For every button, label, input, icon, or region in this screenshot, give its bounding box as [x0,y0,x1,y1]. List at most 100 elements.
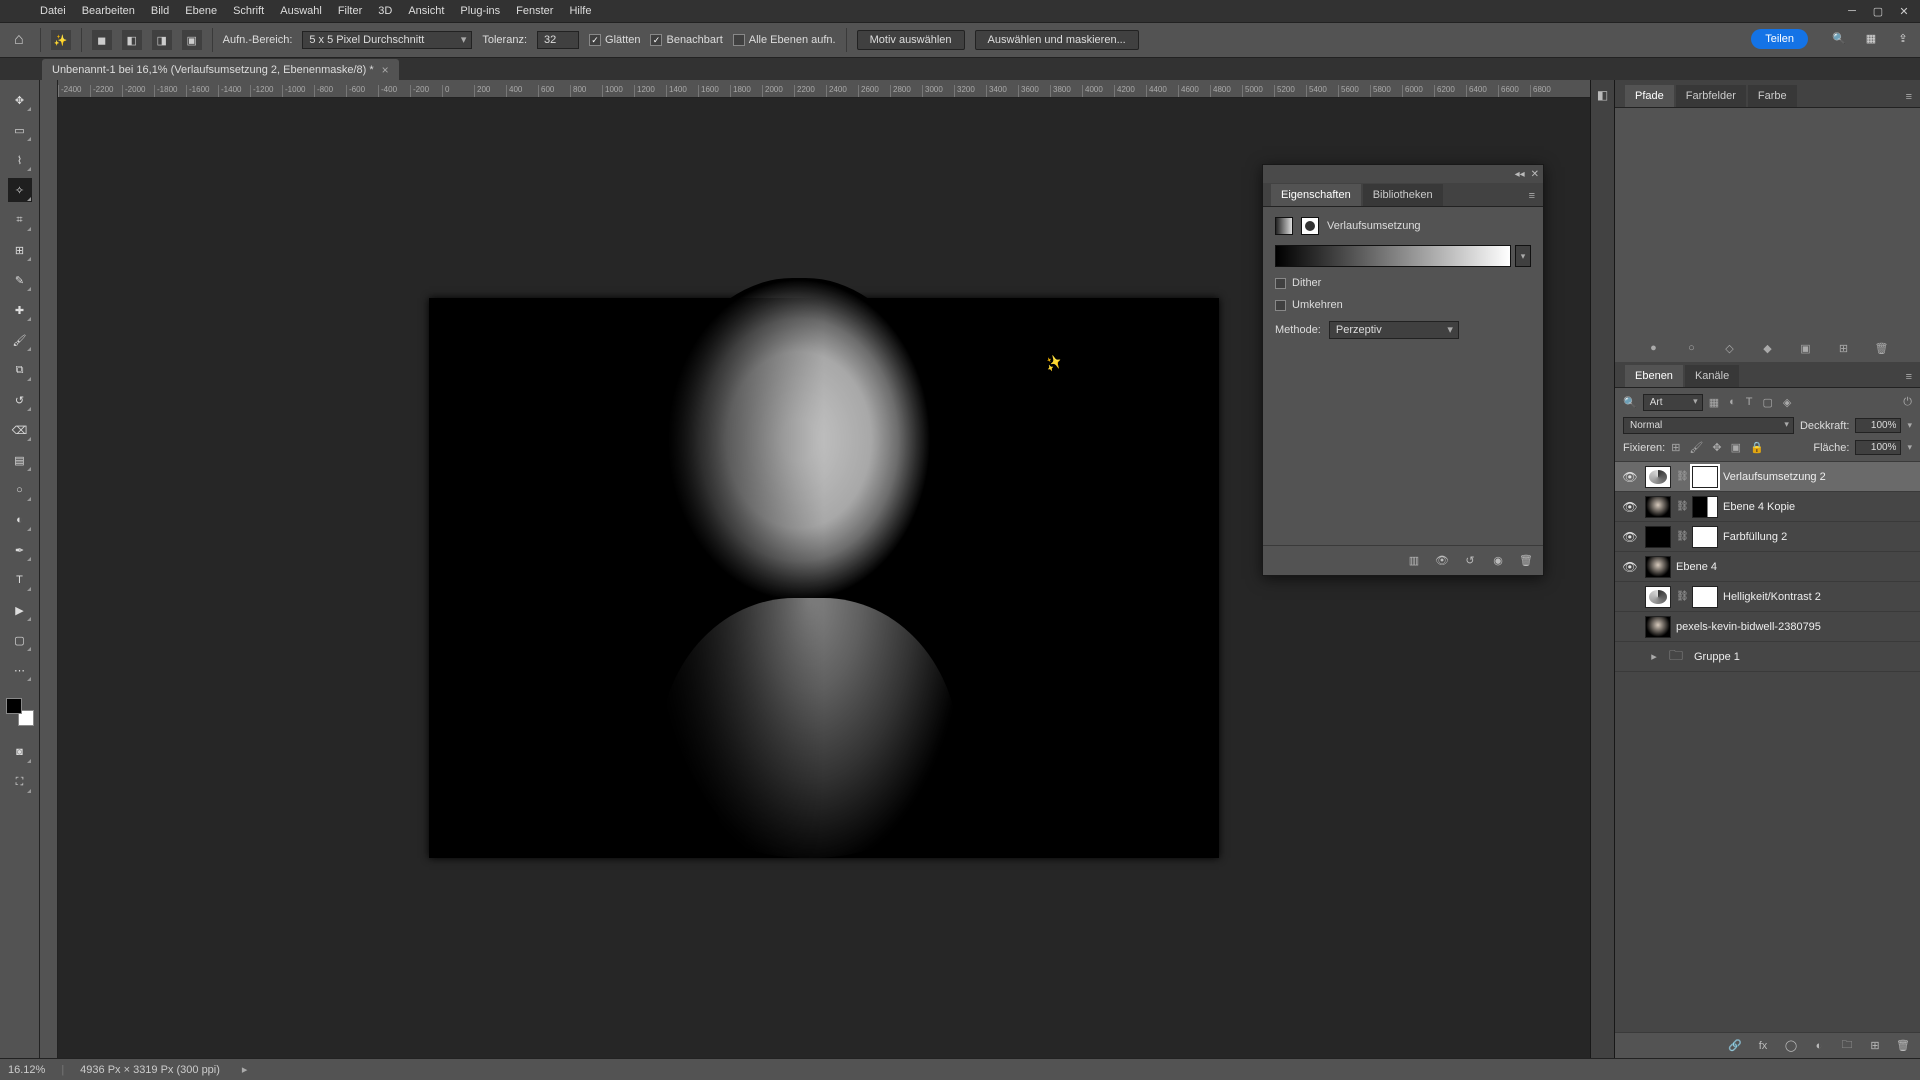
screenmode-icon[interactable]: ⛶ [8,770,32,794]
layer-row[interactable]: 👁 ⛓ Ebene 4 Kopie [1615,492,1920,522]
subtract-selection-icon[interactable]: ◨ [152,30,172,50]
menu-bild[interactable]: Bild [143,2,177,20]
layer-style-icon[interactable]: fx [1756,1039,1770,1053]
layer-mask-icon[interactable]: ◯ [1784,1039,1798,1053]
close-tab-icon[interactable]: × [382,63,389,77]
color-swatches[interactable] [6,698,34,726]
layer-name[interactable]: Farbfüllung 2 [1723,531,1787,543]
layer-filter-kind-dropdown[interactable]: Art [1643,394,1703,411]
tab-kanaele[interactable]: Kanäle [1685,365,1739,387]
document-tab[interactable]: Unbenannt-1 bei 16,1% (Verlaufsumsetzung… [42,59,399,81]
path-fill-icon[interactable]: ● [1646,340,1662,356]
window-close[interactable]: ✕ [1892,2,1916,20]
foreground-color-swatch[interactable] [6,698,22,714]
tab-farbe[interactable]: Farbe [1748,85,1797,107]
mask-link-icon[interactable]: ⛓ [1676,471,1688,482]
fill-input[interactable] [1855,440,1901,455]
menu-auswahl[interactable]: Auswahl [272,2,330,20]
contiguous-checkbox[interactable]: Benachbart [650,34,722,46]
menu-datei[interactable]: Datei [32,2,74,20]
mask-link-icon[interactable]: ⛓ [1676,501,1688,512]
visibility-toggle-icon[interactable]: 👁 [1615,500,1645,514]
layer-name[interactable]: Ebene 4 Kopie [1723,501,1795,513]
panel-close-icon[interactable]: ✕ [1531,169,1539,180]
new-group-icon[interactable]: 🗀 [1840,1039,1854,1053]
more-tools-icon[interactable]: ⋯ [8,658,32,682]
mask-thumb[interactable] [1692,496,1718,518]
properties-menu-icon[interactable]: ≡ [1521,186,1543,206]
eraser-tool-icon[interactable]: ⌫ [8,418,32,442]
toggle-visibility-icon[interactable]: ◉ [1491,554,1505,568]
reset-icon[interactable]: ↺ [1463,554,1477,568]
gradient-dropdown-icon[interactable]: ▾ [1515,245,1531,267]
filter-smart-icon[interactable]: ◈ [1783,396,1791,409]
pen-tool-icon[interactable]: ✒ [8,538,32,562]
move-tool-icon[interactable]: ✥ [8,88,32,112]
type-tool-icon[interactable]: T [8,568,32,592]
filter-type-icon[interactable]: T [1746,396,1753,409]
search-icon[interactable]: 🔍 [1830,29,1848,47]
layer-row[interactable]: 👁⛓Verlaufsumsetzung 2 [1615,462,1920,492]
filter-adjust-icon[interactable]: ◐ [1729,396,1736,409]
mask-indicator-icon[interactable] [1301,217,1319,235]
opacity-input[interactable] [1855,418,1901,433]
lock-artboard-icon[interactable]: ▣ [1731,441,1741,454]
mask-thumb[interactable] [1692,526,1718,548]
fill-chevron-icon[interactable]: ▾ [1907,442,1912,453]
filter-toggle-icon[interactable]: ⏻ [1903,396,1912,409]
layer-name[interactable]: Verlaufsumsetzung 2 [1723,471,1826,483]
home-icon[interactable]: ⌂ [8,27,30,53]
tab-farbfelder[interactable]: Farbfelder [1676,85,1746,107]
delete-path-icon[interactable]: 🗑 [1874,340,1890,356]
visibility-toggle-icon[interactable]: 👁 [1615,560,1645,574]
view-previous-icon[interactable]: 👁 [1435,554,1449,568]
select-subject-button[interactable]: Motiv auswählen [857,30,965,50]
clip-to-layer-icon[interactable]: ▥ [1407,554,1421,568]
layer-row[interactable]: 👁 pexels-kevin-bidwell-2380795 [1615,612,1920,642]
menu-plugins[interactable]: Plug-ins [452,2,508,20]
intersect-selection-icon[interactable]: ▣ [182,30,202,50]
zoom-level[interactable]: 16.12% [8,1064,45,1076]
mask-link-icon[interactable]: ⛓ [1676,591,1688,602]
menu-hilfe[interactable]: Hilfe [561,2,599,20]
new-path-icon[interactable]: ⊞ [1836,340,1852,356]
path-selection-icon[interactable]: ◇ [1722,340,1738,356]
tolerance-input[interactable] [537,31,579,49]
menu-schrift[interactable]: Schrift [225,2,272,20]
marquee-tool-icon[interactable]: ▭ [8,118,32,142]
magic-wand-tool-icon[interactable]: ✧ [8,178,32,202]
visibility-toggle-icon[interactable]: 👁 [1615,620,1645,634]
delete-layer-icon[interactable]: 🗑 [1896,1039,1910,1053]
blend-mode-dropdown[interactable]: Normal [1623,417,1794,434]
path-mask-icon[interactable]: ▣ [1798,340,1814,356]
layer-row[interactable]: 👁▸🗀Gruppe 1 [1615,642,1920,672]
tab-bibliotheken[interactable]: Bibliotheken [1363,184,1443,206]
layer-name[interactable]: pexels-kevin-bidwell-2380795 [1676,621,1821,633]
mask-link-icon[interactable]: ⛓ [1676,531,1688,542]
window-minimize[interactable]: ─ [1840,2,1864,20]
tab-eigenschaften[interactable]: Eigenschaften [1271,184,1361,206]
menu-filter[interactable]: Filter [330,2,370,20]
crop-tool-icon[interactable]: ⌗ [8,208,32,232]
visibility-toggle-icon[interactable]: 👁 [1615,650,1645,664]
visibility-toggle-icon[interactable]: 👁 [1615,530,1645,544]
filter-shape-icon[interactable]: ▢ [1763,396,1773,409]
frame-tool-icon[interactable]: ⊞ [8,238,32,262]
new-selection-icon[interactable]: ◼ [92,30,112,50]
visibility-toggle-icon[interactable]: 👁 [1615,590,1645,604]
new-layer-icon[interactable]: ⊞ [1868,1039,1882,1053]
delete-adjustment-icon[interactable]: 🗑 [1519,554,1533,568]
path-stroke-icon[interactable]: ○ [1684,340,1700,356]
panel-menu-icon[interactable]: ≡ [1898,87,1920,107]
lock-all-icon[interactable]: 🔒 [1750,441,1764,454]
add-selection-icon[interactable]: ◧ [122,30,142,50]
layer-name[interactable]: Gruppe 1 [1694,651,1740,663]
window-maximize[interactable]: ▢ [1866,2,1890,20]
tab-ebenen[interactable]: Ebenen [1625,365,1683,387]
share-button[interactable]: Teilen [1751,29,1808,49]
sample-size-dropdown[interactable]: 5 x 5 Pixel Durchschnitt [302,31,472,49]
panel-collapse-icon[interactable]: ◂◂ [1515,169,1525,180]
gradient-preview[interactable] [1275,245,1511,267]
blur-tool-icon[interactable]: ○ [8,478,32,502]
menu-3d[interactable]: 3D [370,2,400,20]
